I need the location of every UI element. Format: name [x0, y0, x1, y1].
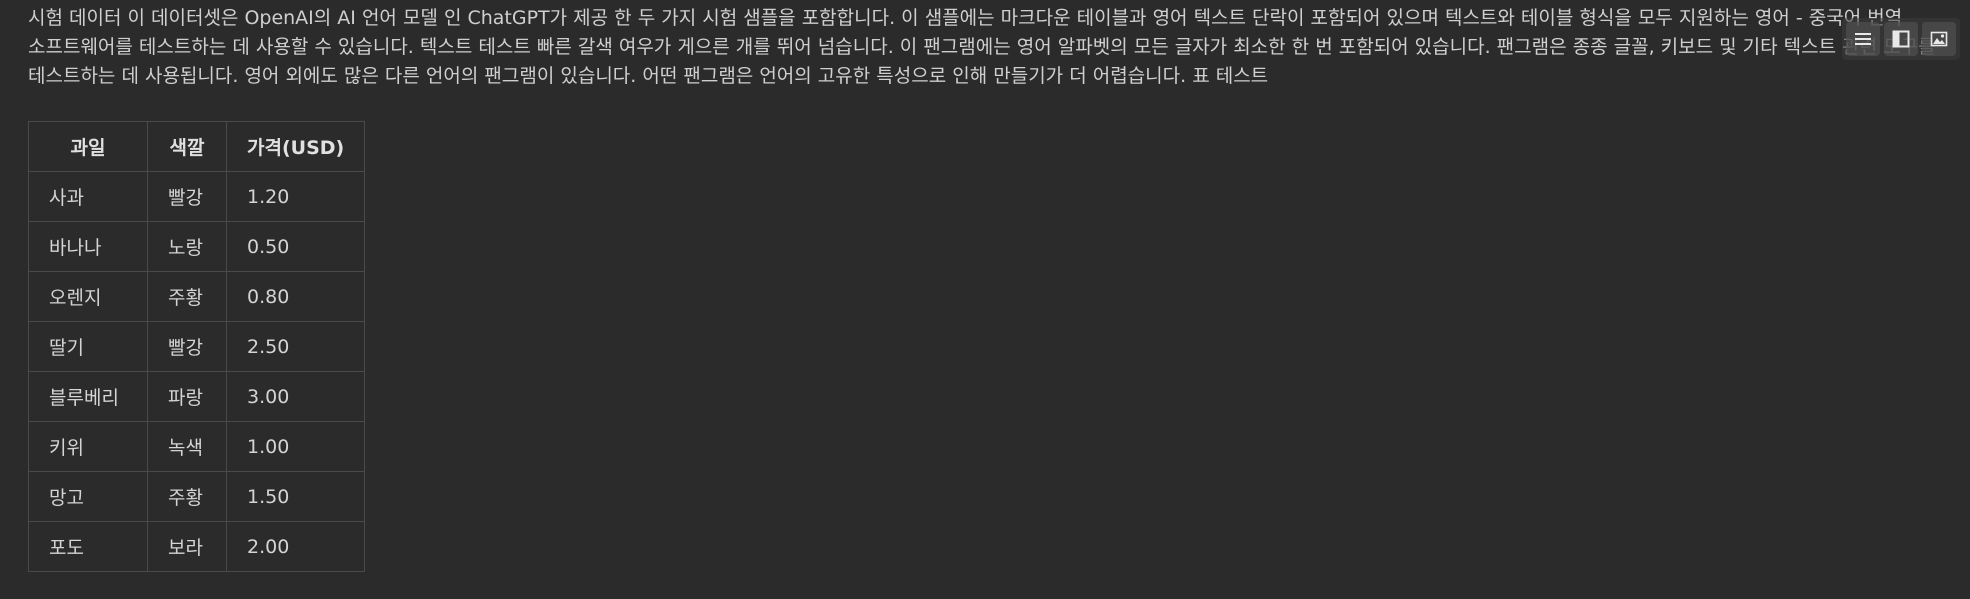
split-view-button[interactable]	[1884, 22, 1918, 56]
table-header-row: 과일 색깔 가격(USD)	[28, 121, 366, 172]
document-body: 시험 데이터 이 데이터셋은 OpenAI의 AI 언어 모델 인 ChatGP…	[28, 4, 1942, 91]
table-row: 블루베리 파랑 3.00	[28, 371, 366, 422]
intro-paragraph: 시험 데이터 이 데이터셋은 OpenAI의 AI 언어 모델 인 ChatGP…	[28, 7, 1936, 87]
fruit-table: 과일 색깔 가격(USD) 사과 빨강 1.20 바나나 노랑 0.50 오렌지…	[28, 121, 366, 572]
cell-price: 0.50	[225, 221, 366, 272]
table-row: 바나나 노랑 0.50	[28, 221, 366, 272]
cell-color: 빨강	[147, 171, 227, 222]
cell-color: 녹색	[147, 421, 227, 472]
table-row: 포도 보라 2.00	[28, 521, 366, 572]
cell-color: 빨강	[147, 321, 227, 372]
cell-price: 1.50	[225, 471, 366, 522]
cell-fruit: 사과	[28, 171, 148, 222]
table-row: 오렌지 주황 0.80	[28, 271, 366, 322]
cell-price: 1.00	[225, 421, 366, 472]
cell-color: 파랑	[147, 371, 227, 422]
image-icon	[1930, 30, 1948, 48]
table-row: 사과 빨강 1.20	[28, 171, 366, 222]
cell-color: 노랑	[147, 221, 227, 272]
cell-color: 주황	[147, 271, 227, 322]
cell-fruit: 바나나	[28, 221, 148, 272]
cell-fruit: 오렌지	[28, 271, 148, 322]
cell-color: 주황	[147, 471, 227, 522]
split-panel-icon	[1892, 30, 1910, 48]
cell-fruit: 블루베리	[28, 371, 148, 422]
table-row: 망고 주황 1.50	[28, 471, 366, 522]
cell-fruit: 키위	[28, 421, 148, 472]
header-fruit: 과일	[28, 121, 148, 172]
cell-fruit: 딸기	[28, 321, 148, 372]
table-row: 키위 녹색 1.00	[28, 421, 366, 472]
cell-price: 2.50	[225, 321, 366, 372]
header-price: 가격(USD)	[225, 121, 366, 172]
header-color: 색깔	[147, 121, 227, 172]
cell-fruit: 망고	[28, 471, 148, 522]
cell-price: 0.80	[225, 271, 366, 322]
cell-color: 보라	[147, 521, 227, 572]
cell-price: 2.00	[225, 521, 366, 572]
menu-lines-icon	[1854, 31, 1872, 47]
view-toolbar	[1842, 18, 1960, 60]
cell-price: 3.00	[225, 371, 366, 422]
outline-view-button[interactable]	[1846, 22, 1880, 56]
image-view-button[interactable]	[1922, 22, 1956, 56]
table-row: 딸기 빨강 2.50	[28, 321, 366, 372]
cell-fruit: 포도	[28, 521, 148, 572]
cell-price: 1.20	[225, 171, 366, 222]
